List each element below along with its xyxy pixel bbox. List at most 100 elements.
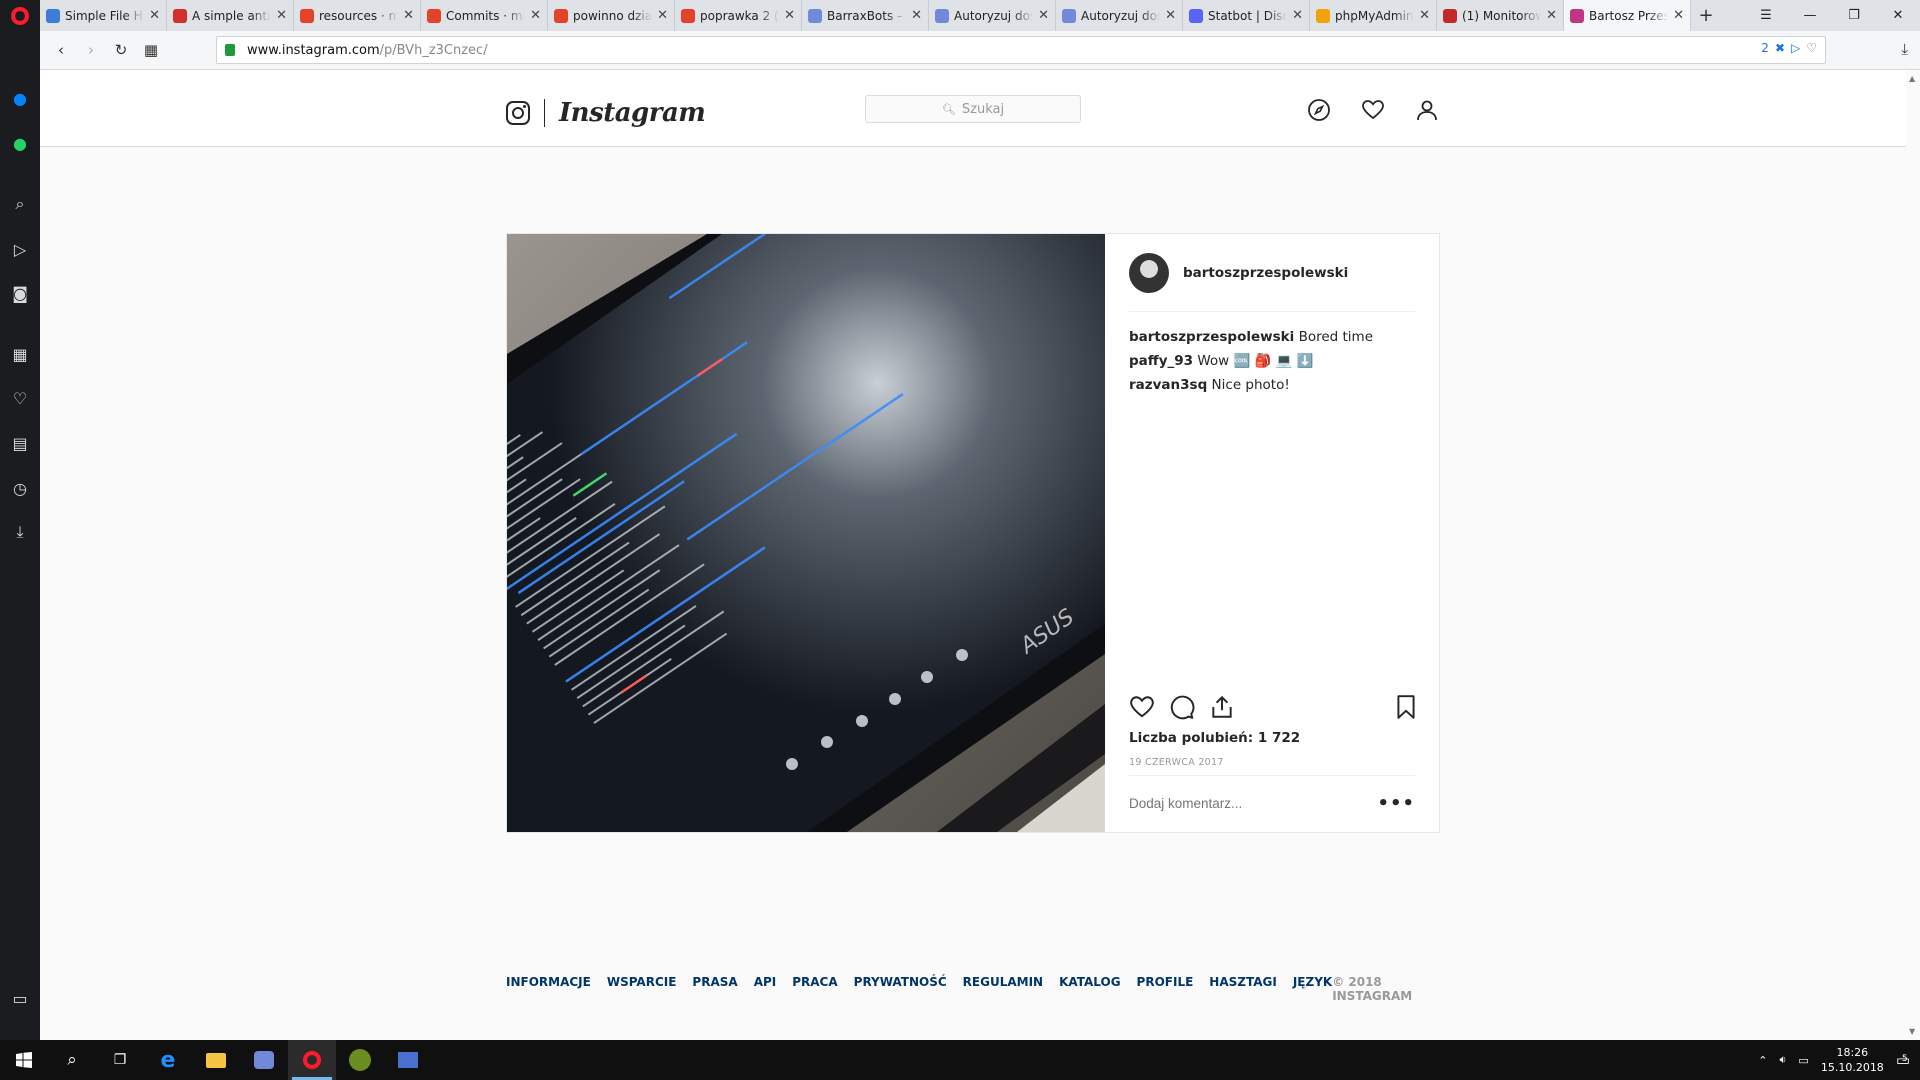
messenger-icon[interactable]: ● [10, 88, 30, 108]
close-window-button[interactable]: ✕ [1876, 0, 1920, 31]
volume-icon[interactable]: 🔉︎ [1779, 1053, 1786, 1067]
explore-compass-icon[interactable] [1307, 98, 1331, 122]
author-avatar[interactable] [1129, 252, 1169, 293]
news-icon[interactable]: ▤ [10, 433, 30, 453]
browser-tab[interactable]: Statbot | Disc ✕ [1183, 0, 1310, 31]
taskbar-search-icon[interactable]: ⌕ [48, 1040, 96, 1080]
snapshot-camera-icon[interactable]: ◙ [10, 283, 30, 303]
tab-close-icon[interactable]: ✕ [1419, 8, 1430, 23]
author-username[interactable]: bartoszprzespolewski [1183, 265, 1348, 281]
file-explorer-icon[interactable] [192, 1040, 240, 1080]
search-icon[interactable]: ⌕ [10, 194, 30, 214]
comment-user[interactable]: razvan3sq [1129, 377, 1207, 393]
send-icon[interactable]: ▷ [1791, 41, 1800, 55]
tab-close-icon[interactable]: ✕ [657, 8, 668, 23]
footer-link[interactable]: KATALOG [1059, 975, 1120, 1003]
save-bookmark-icon[interactable] [1393, 694, 1419, 720]
minimize-button[interactable]: — [1788, 0, 1832, 31]
browser-tab[interactable]: Autoryzuj dos ✕ [929, 0, 1056, 31]
network-app-icon[interactable] [384, 1040, 432, 1080]
tab-close-icon[interactable]: ✕ [1165, 8, 1176, 23]
tab-close-icon[interactable]: ✕ [911, 8, 922, 23]
speed-dial-icon[interactable]: ▦ [10, 344, 30, 364]
start-windows-icon[interactable] [0, 1040, 48, 1080]
footer-link[interactable]: INFORMACJE [506, 975, 591, 1003]
reload-button[interactable]: ↻ [106, 41, 136, 59]
tab-close-icon[interactable]: ✕ [149, 8, 160, 23]
tab-close-icon[interactable]: ✕ [1038, 8, 1049, 23]
discord-app-icon[interactable] [240, 1040, 288, 1080]
post-photo[interactable]: ASUS [507, 234, 1105, 832]
opera-browser-icon[interactable] [288, 1040, 336, 1080]
back-button[interactable]: ‹ [46, 41, 76, 59]
comment-bubble-icon[interactable] [1169, 694, 1195, 720]
browser-tab[interactable]: resources · m ✕ [294, 0, 421, 31]
share-icon[interactable] [1209, 694, 1235, 720]
tray-chevron-icon[interactable]: ⌃ [1758, 1054, 1767, 1067]
comment-user[interactable]: bartoszprzespolewski [1129, 329, 1294, 345]
add-comment-input[interactable] [1129, 796, 1349, 811]
scroll-down-arrow-icon[interactable]: ▼ [1909, 1027, 1915, 1036]
whatsapp-icon[interactable]: ● [10, 133, 30, 153]
profile-user-icon[interactable] [1415, 98, 1439, 122]
tab-menu-icon[interactable]: ☰ [1744, 0, 1788, 31]
browser-tab[interactable]: (1) Monitorow ✕ [1437, 0, 1564, 31]
browser-tab[interactable]: Simple File Ha ✕ [40, 0, 167, 31]
tab-close-icon[interactable]: ✕ [276, 8, 287, 23]
adblock-icon[interactable]: ✖ [1775, 41, 1785, 55]
comment-user[interactable]: paffy_93 [1129, 353, 1193, 369]
history-clock-icon[interactable]: ◷ [10, 478, 30, 498]
footer-link[interactable]: HASZTAGI [1209, 975, 1277, 1003]
hs-app-icon[interactable] [336, 1040, 384, 1080]
like-count[interactable]: Liczba polubień: 1 722 [1129, 730, 1300, 746]
maximize-button[interactable]: ❐ [1832, 0, 1876, 31]
footer-link[interactable]: PRYWATNOŚĆ [854, 975, 947, 1003]
downloads-icon[interactable]: ⤓ [10, 522, 30, 542]
browser-tab[interactable]: A simple anti ✕ [167, 0, 294, 31]
more-options-button[interactable]: ••• [1377, 793, 1415, 814]
tab-close-icon[interactable]: ✕ [1546, 8, 1557, 23]
footer-link[interactable]: PROFILE [1137, 975, 1194, 1003]
download-button[interactable]: ⤓ [1901, 40, 1908, 58]
search-input[interactable]: 🔍︎ Szukaj [865, 95, 1081, 123]
browser-tab[interactable]: Bartosz Przes ✕ [1564, 0, 1691, 31]
footer-link[interactable]: REGULAMIN [963, 975, 1043, 1003]
forward-button[interactable]: › [76, 41, 106, 59]
bookmarks-heart-icon[interactable]: ♡ [10, 388, 30, 408]
activity-heart-icon[interactable] [1361, 98, 1385, 122]
tab-close-icon[interactable]: ✕ [1673, 8, 1684, 23]
bookmark-heart-icon[interactable]: ♡ [1806, 41, 1817, 55]
browser-tab[interactable]: Autoryzuj dos ✕ [1056, 0, 1183, 31]
clock[interactable]: 18:26 15.10.2018 [1821, 1045, 1884, 1075]
post-date[interactable]: 19 CZERWCA 2017 [1129, 757, 1224, 768]
address-bar[interactable]: www.instagram.com /p/BVh_z3Cnzec/ 2 ✖ ▷ … [216, 36, 1826, 64]
browser-tab[interactable]: Commits · ma ✕ [421, 0, 548, 31]
opera-menu-button[interactable] [0, 0, 40, 70]
like-heart-icon[interactable] [1129, 694, 1155, 720]
network-icon[interactable]: ▭ [1798, 1054, 1808, 1067]
tab-close-icon[interactable]: ✕ [784, 8, 795, 23]
footer-link[interactable]: PRACA [792, 975, 837, 1003]
action-center-icon[interactable]: ▭ 5 [1896, 1051, 1910, 1069]
browser-tab[interactable]: powinno dzia ✕ [548, 0, 675, 31]
edge-browser-icon[interactable]: e [144, 1040, 192, 1080]
flow-send-icon[interactable]: ▷ [10, 239, 30, 259]
instagram-logo[interactable]: Instagram [506, 98, 706, 128]
new-tab-button[interactable]: + [1691, 0, 1721, 31]
footer-link[interactable]: JĘZYK [1293, 975, 1332, 1003]
tab-close-icon[interactable]: ✕ [1292, 8, 1303, 23]
page-scrollbar[interactable]: ▲ ▼ [1906, 70, 1920, 1040]
sidebar-toggle-icon[interactable]: ▭ [10, 988, 30, 1008]
browser-tab[interactable]: phpMyAdmin ✕ [1310, 0, 1437, 31]
footer-link[interactable]: WSPARCIE [607, 975, 677, 1003]
post-card: ASUS bartoszprzespolewski bartoszprzespo… [506, 233, 1440, 833]
footer-link[interactable]: PRASA [692, 975, 737, 1003]
browser-tab[interactable]: BarraxBots – (✕ [802, 0, 929, 31]
speed-dial-button[interactable]: ▦ [136, 41, 166, 59]
scroll-up-arrow-icon[interactable]: ▲ [1909, 74, 1915, 83]
task-view-icon[interactable]: ❐ [96, 1040, 144, 1080]
browser-tab[interactable]: poprawka 2 (✕ [675, 0, 802, 31]
tab-close-icon[interactable]: ✕ [530, 8, 541, 23]
tab-close-icon[interactable]: ✕ [403, 8, 414, 23]
footer-link[interactable]: API [754, 975, 777, 1003]
